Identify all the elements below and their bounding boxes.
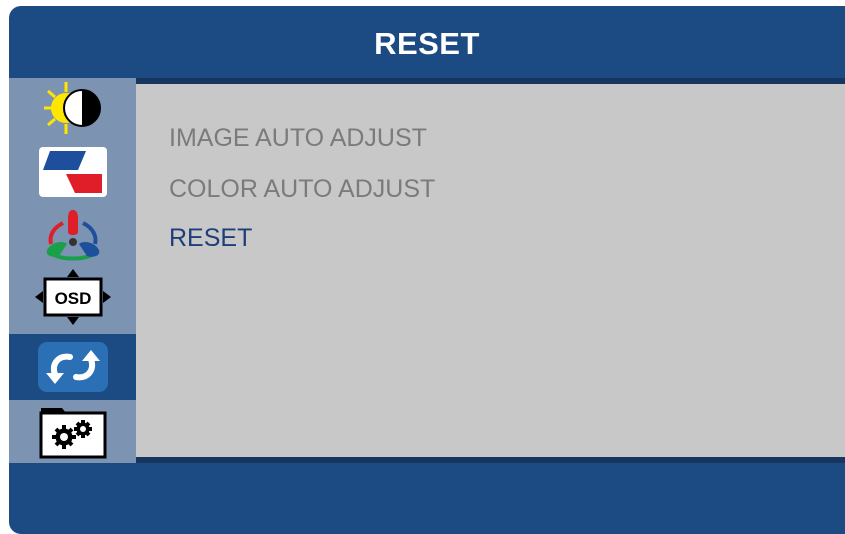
page-title: RESET [374,26,480,61]
sidebar-item-image[interactable] [9,142,136,202]
sidebar-item-osd[interactable]: OSD [9,267,136,327]
image-settings-icon [38,147,107,197]
title-bar: RESET [9,6,845,78]
bottom-divider [136,457,845,463]
sidebar-item-brightness[interactable] [9,78,136,138]
sidebar: OSD [9,78,136,463]
menu-item-image-auto-adjust[interactable]: IMAGE AUTO ADJUST [169,124,427,153]
osd-menu: RESET OSD IMAGE AUTO ADJUST COLOR AUTO A… [9,6,845,534]
sidebar-item-color[interactable] [9,204,136,264]
menu-panel: IMAGE AUTO ADJUST COLOR AUTO ADJUST RESE… [136,84,845,457]
system-settings-icon [39,408,106,459]
osd-icon-label: OSD [54,289,91,308]
menu-item-reset[interactable]: RESET [169,224,252,253]
brightness-contrast-icon [43,82,101,134]
color-settings-icon [46,210,99,261]
menu-item-color-auto-adjust[interactable]: COLOR AUTO ADJUST [169,175,435,204]
sidebar-item-reset[interactable] [9,334,136,400]
reset-icon [37,342,108,392]
osd-position-icon: OSD [34,269,111,325]
sidebar-item-settings[interactable] [9,403,136,463]
